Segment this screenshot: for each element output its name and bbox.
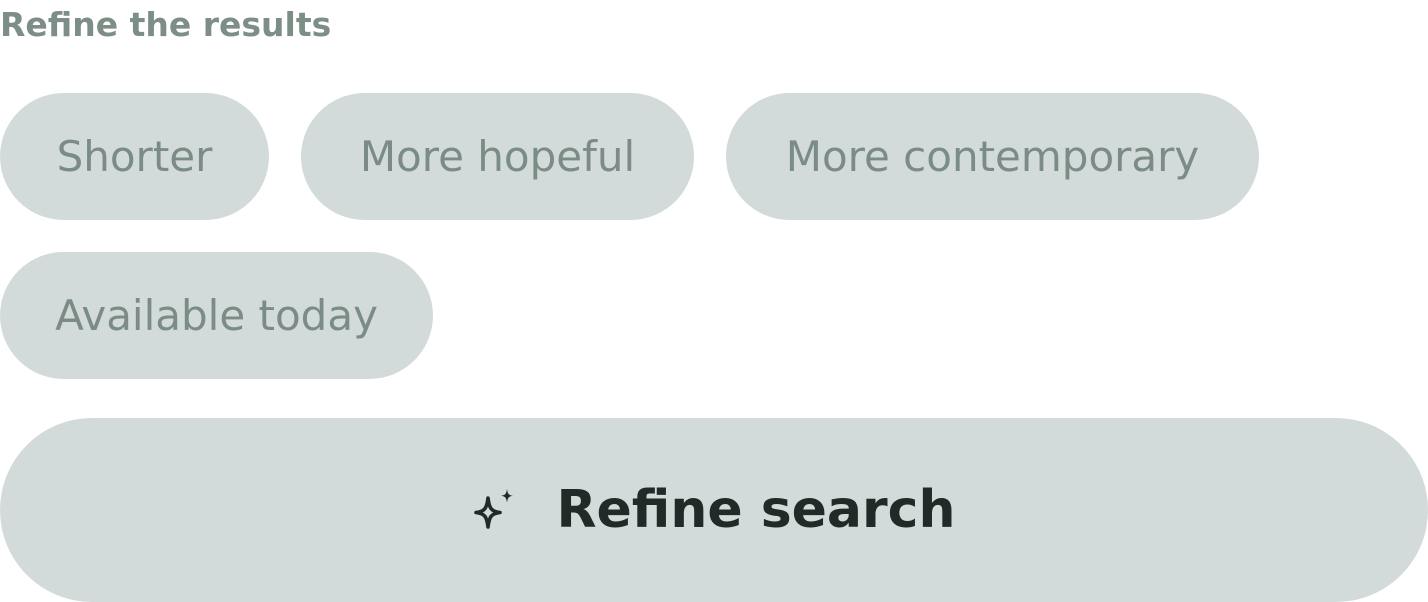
refine-search-button[interactable]: Refine search (0, 418, 1428, 602)
section-heading: Refine the results (0, 5, 332, 44)
chip-more-contemporary[interactable]: More contemporary (726, 93, 1259, 220)
chip-label: More contemporary (785, 132, 1200, 181)
chip-available-today[interactable]: Available today (0, 252, 433, 379)
refine-search-content: Refine search (472, 480, 956, 540)
chip-label: More hopeful (359, 132, 636, 181)
chip-label: Available today (55, 291, 378, 340)
sparkle-icon (474, 489, 514, 529)
chip-label: Shorter (56, 132, 213, 181)
chip-more-hopeful[interactable]: More hopeful (301, 93, 694, 220)
refine-search-label: Refine search (556, 480, 956, 540)
chip-shorter[interactable]: Shorter (0, 93, 269, 220)
